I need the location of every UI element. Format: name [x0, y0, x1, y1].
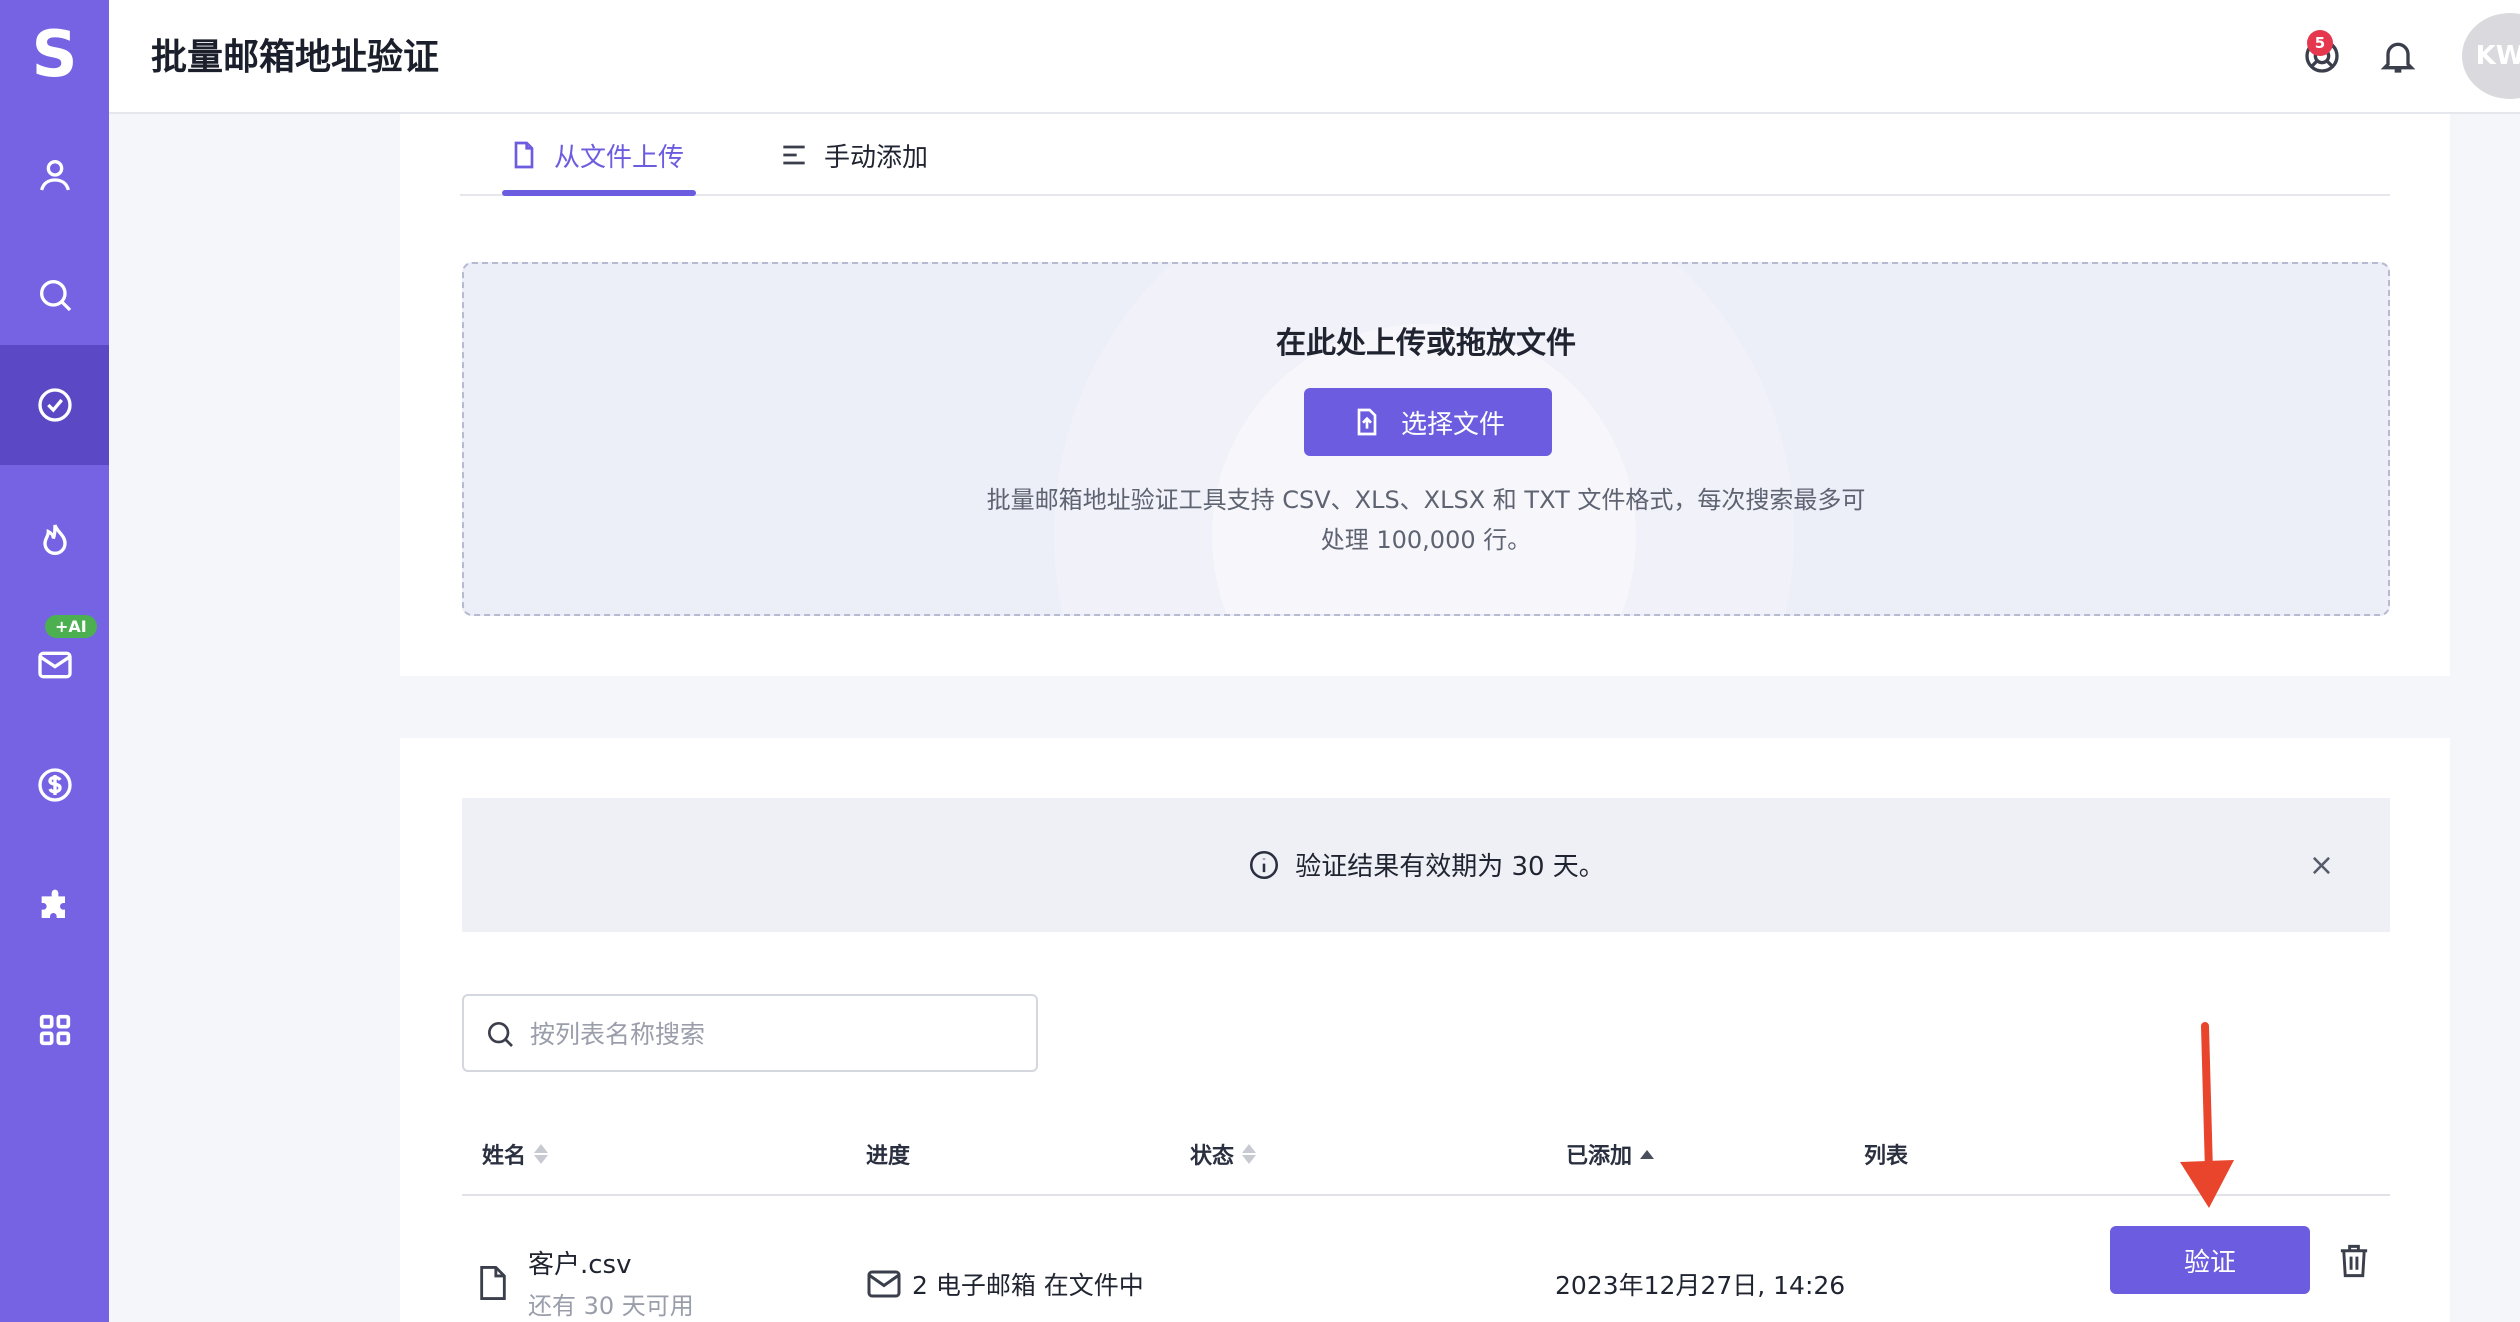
bell-icon — [2380, 42, 2416, 73]
search-icon — [39, 280, 71, 312]
active-tab-indicator — [502, 190, 696, 196]
file-upload-icon — [1357, 408, 1377, 436]
tab-label: 手动添加 — [824, 142, 929, 173]
table-header: 姓名 进度 状态 已添加 列表 — [462, 1114, 2390, 1196]
tab-label: 从文件上传 — [554, 142, 685, 173]
table-row: 客户.csv 还有 30 天可用 2 电子邮箱 在文件中 2023年12月27日… — [462, 1198, 2390, 1322]
tab-upload-file[interactable]: 从文件上传 — [508, 114, 684, 196]
sidebar-item-billing[interactable] — [0, 725, 109, 845]
file-icon — [480, 1266, 506, 1300]
flame-icon — [42, 524, 67, 555]
user-icon — [39, 160, 70, 191]
notifications-button[interactable] — [2374, 32, 2422, 80]
app-logo[interactable]: S — [0, 0, 109, 110]
dropzone-title: 在此处上传或拖放文件 — [1276, 326, 1576, 361]
choose-file-label: 选择文件 — [1400, 409, 1505, 440]
file-availability: 还有 30 天可用 — [528, 1292, 694, 1320]
page-title: 批量邮箱地址验证 — [151, 37, 440, 78]
verify-button[interactable]: 验证 — [2110, 1226, 2310, 1294]
info-notice: 验证结果有效期为 30 天。 × — [462, 798, 2390, 932]
puzzle-icon — [41, 889, 65, 918]
close-icon[interactable]: × — [2309, 848, 2334, 883]
sort-icon — [534, 1144, 549, 1164]
tab-manual-add[interactable]: 手动添加 — [778, 114, 928, 196]
dollar-icon — [37, 768, 72, 802]
search-input[interactable] — [530, 1010, 1020, 1058]
notification-badge: 5 — [2307, 30, 2333, 56]
mail-icon — [37, 651, 72, 679]
sidebar-item-integrations[interactable] — [0, 848, 109, 968]
ai-badge: +AI — [45, 615, 97, 638]
search-box — [462, 994, 1038, 1072]
tab-bar: 从文件上传 手动添加 — [460, 114, 2390, 196]
sidebar-item-verify[interactable] — [0, 345, 109, 465]
file-dropzone[interactable]: 在此处上传或拖放文件 选择文件 批量邮箱地址验证工具支持 CSV、XLS、XLS… — [462, 262, 2390, 616]
search-icon — [488, 1022, 513, 1047]
sort-ascending-icon — [1640, 1149, 1655, 1159]
column-added[interactable]: 已添加 — [1566, 1138, 1655, 1170]
sidebar-item-apps[interactable] — [0, 970, 109, 1090]
annotation-arrow — [2180, 1022, 2234, 1208]
column-name[interactable]: 姓名 — [482, 1138, 549, 1170]
sidebar-item-contacts[interactable] — [0, 115, 109, 235]
sidebar-item-campaigns[interactable] — [0, 480, 109, 600]
trash-icon[interactable] — [2336, 1242, 2372, 1280]
lists-card: 验证结果有效期为 30 天。 × 姓名 进度 状态 已添加 列表 客户.csv … — [400, 738, 2450, 1322]
info-icon — [1250, 850, 1279, 879]
sidebar-item-search[interactable] — [0, 235, 109, 355]
dropzone-description: 批量邮箱地址验证工具支持 CSV、XLS、XLSX 和 TXT 文件格式，每次搜… — [986, 486, 1866, 554]
sort-icon — [1242, 1144, 1257, 1164]
grid-icon — [39, 1014, 70, 1046]
sidebar: S +AI — [0, 0, 109, 1322]
check-circle-icon — [37, 388, 72, 422]
added-date: 2023年12月27日, 14:26 — [1555, 1271, 1846, 1300]
file-name[interactable]: 客户.csv — [528, 1244, 632, 1281]
choose-file-button[interactable]: 选择文件 — [1304, 388, 1552, 456]
column-status[interactable]: 状态 — [1190, 1138, 1257, 1170]
column-list: 列表 — [1864, 1144, 1909, 1169]
upload-card: 从文件上传 手动添加 在此处上传或拖放文件 选择文件 批量邮箱地址验证工具支持 … — [400, 114, 2450, 676]
list-icon — [783, 145, 805, 165]
file-icon — [514, 141, 534, 169]
header: 批量邮箱地址验证 — [109, 0, 2520, 114]
progress-cell: 2 电子邮箱 在文件中 — [866, 1266, 1144, 1302]
mail-icon — [867, 1270, 901, 1298]
column-progress: 进度 — [866, 1144, 911, 1169]
notice-text: 验证结果有效期为 30 天。 — [1295, 852, 1605, 882]
